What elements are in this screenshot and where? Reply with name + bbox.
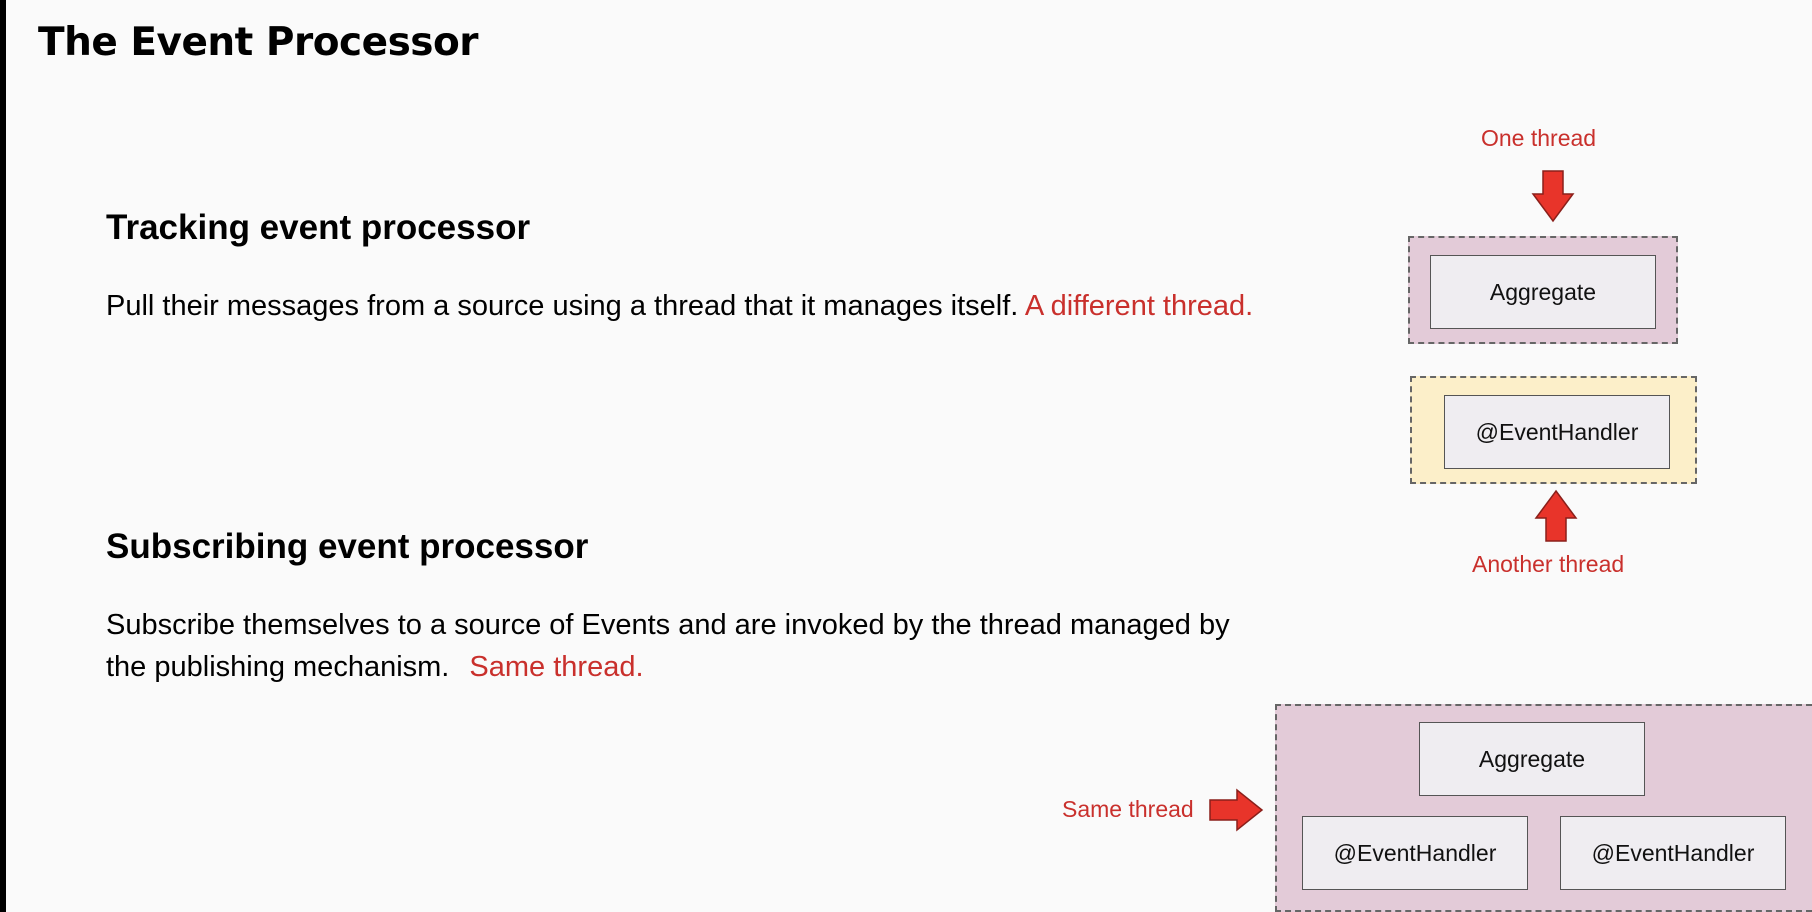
aggregate-box-shared: Aggregate [1419,722,1645,796]
handler-thread-container: @EventHandler [1410,376,1697,484]
one-thread-label: One thread [1481,125,1597,151]
page-title: The Event Processor [38,20,479,65]
tracking-description: Pull their messages from a source using … [106,285,1253,327]
event-handler-box: @EventHandler [1444,395,1670,469]
down-arrow-icon [1531,170,1575,223]
event-handler-box-2: @EventHandler [1560,816,1786,890]
up-arrow-icon [1534,489,1578,542]
shared-thread-container: Aggregate @EventHandler @EventHandler [1275,704,1812,912]
subscribing-text-line2: the publishing mechanism. [106,651,450,683]
tracking-text: Pull their messages from a source using … [106,290,1019,322]
subscribing-text-line2-wrap: the publishing mechanism. Same thread. [106,646,1230,688]
subscribing-highlight: Same thread. [469,651,644,683]
left-edge-bar [0,0,6,912]
tracking-highlight: A different thread. [1024,290,1254,322]
subscribing-heading: Subscribing event processor [106,527,589,566]
aggregate-thread-container: Aggregate [1408,236,1678,344]
subscribing-description: Subscribe themselves to a source of Even… [106,604,1230,688]
aggregate-box: Aggregate [1430,255,1656,329]
same-thread-label: Same thread [1062,796,1194,822]
subscribing-text-line1: Subscribe themselves to a source of Even… [106,609,1230,641]
right-arrow-icon [1209,788,1264,832]
another-thread-label: Another thread [1472,551,1625,577]
event-handler-box-1: @EventHandler [1302,816,1528,890]
tracking-heading: Tracking event processor [106,208,531,247]
